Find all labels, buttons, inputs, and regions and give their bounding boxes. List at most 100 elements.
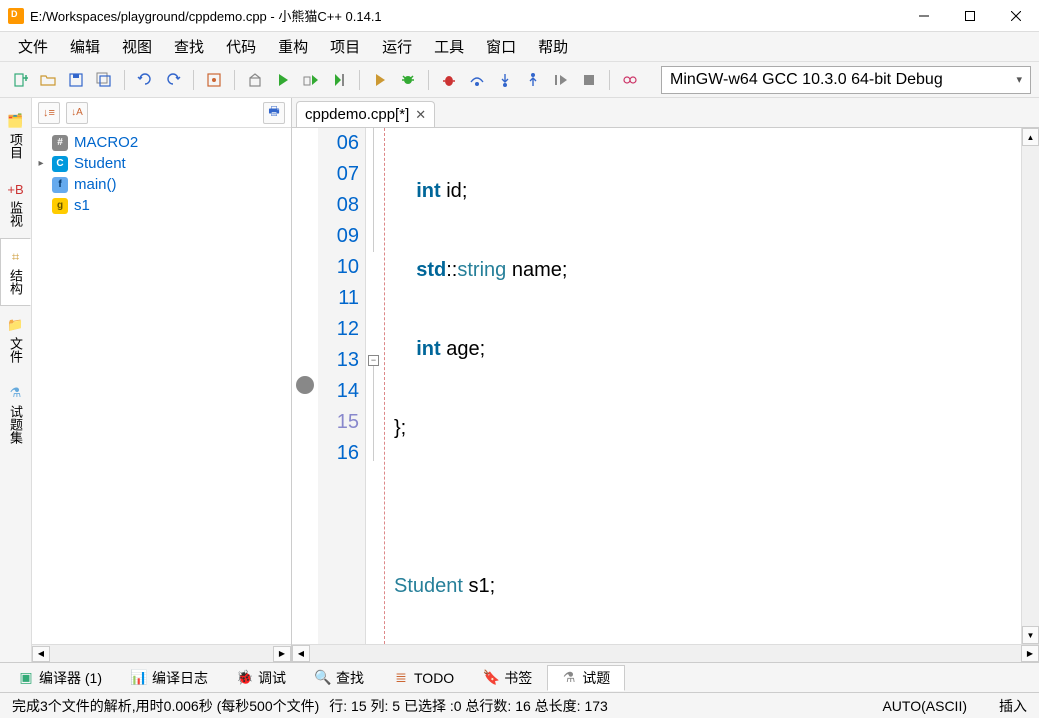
- sidebar-hscrollbar[interactable]: ◀ ▶: [32, 644, 291, 662]
- print-icon[interactable]: 🖶: [263, 102, 285, 124]
- maximize-button[interactable]: [947, 0, 993, 32]
- save-file-icon[interactable]: [64, 68, 88, 92]
- code-editor[interactable]: 06 07 08 09 10 11 12 13 14 15 16 − int i…: [292, 128, 1039, 644]
- scroll-left-icon[interactable]: ◀: [32, 646, 50, 662]
- bug-icon[interactable]: [437, 68, 461, 92]
- left-tab-project[interactable]: 🗂️项目: [0, 102, 31, 170]
- scroll-right-icon[interactable]: ▶: [1021, 645, 1039, 662]
- menu-refactor[interactable]: 重构: [268, 32, 318, 61]
- redo-icon[interactable]: [161, 68, 185, 92]
- sort-order-icon[interactable]: ↓≡: [38, 102, 60, 124]
- editor-tab-strip: cppdemo.cpp[*] ✕: [292, 98, 1039, 128]
- left-tab-files[interactable]: 📁文件: [0, 306, 31, 374]
- status-position: 行: 15 列: 5 已选择 :0 总行数: 16 总长度: 173: [325, 696, 612, 716]
- editor-area: cppdemo.cpp[*] ✕ 06 07 08 09 10 11 12 13…: [292, 98, 1039, 662]
- log-tab-icon: 📊: [132, 671, 146, 685]
- left-tab-problems[interactable]: ⚗试题集: [0, 374, 31, 455]
- compiler-tab-icon: ▣: [19, 671, 33, 685]
- todo-tab-icon: ≣: [394, 671, 408, 685]
- editor-hscrollbar[interactable]: ◀ ▶: [292, 644, 1039, 662]
- compiler-profile-label: MinGW-w64 GCC 10.3.0 64-bit Debug: [670, 71, 943, 89]
- toolbar: MinGW-w64 GCC 10.3.0 64-bit Debug: [0, 62, 1039, 98]
- menu-run[interactable]: 运行: [372, 32, 422, 61]
- status-encoding[interactable]: AUTO(ASCII): [878, 698, 971, 714]
- structure-icon: ⌗: [8, 249, 24, 265]
- class-badge-icon: C: [52, 156, 68, 172]
- files-icon: 📁: [8, 317, 24, 333]
- run-icon[interactable]: [271, 68, 295, 92]
- menu-help[interactable]: 帮助: [528, 32, 578, 61]
- menu-code[interactable]: 代码: [216, 32, 266, 61]
- menu-view[interactable]: 视图: [112, 32, 162, 61]
- expand-icon[interactable]: ▸: [36, 158, 46, 169]
- menu-tools[interactable]: 工具: [424, 32, 474, 61]
- watch-icon: +B: [8, 181, 24, 197]
- tree-item-s1[interactable]: gs1: [32, 195, 291, 216]
- step-into-icon[interactable]: [493, 68, 517, 92]
- menu-bar: 文件 编辑 视图 查找 代码 重构 项目 运行 工具 窗口 帮助: [0, 32, 1039, 62]
- menu-find[interactable]: 查找: [164, 32, 214, 61]
- func-badge-icon: f: [52, 177, 68, 193]
- step-over-icon[interactable]: [465, 68, 489, 92]
- continue-icon[interactable]: [549, 68, 573, 92]
- scroll-down-icon[interactable]: ▼: [1022, 626, 1039, 644]
- bottom-tab-debug[interactable]: 🐞调试: [223, 665, 301, 691]
- close-button[interactable]: [993, 0, 1039, 32]
- rebuild-icon[interactable]: [327, 68, 351, 92]
- bottom-tab-bookmark[interactable]: 🔖书签: [469, 665, 547, 691]
- bottom-tab-todo[interactable]: ≣TODO: [379, 665, 469, 691]
- menu-window[interactable]: 窗口: [476, 32, 526, 61]
- stop-icon[interactable]: [577, 68, 601, 92]
- find-tab-icon: 🔍: [316, 671, 330, 685]
- bottom-tab-compiler[interactable]: ▣编译器 (1): [4, 665, 117, 691]
- fold-toggle-icon[interactable]: −: [368, 355, 379, 366]
- macro-badge-icon: #: [52, 135, 68, 151]
- build-icon[interactable]: [243, 68, 267, 92]
- app-icon: [8, 8, 24, 24]
- menu-edit[interactable]: 编辑: [60, 32, 110, 61]
- fold-gutter[interactable]: −: [366, 128, 384, 644]
- debug-icon[interactable]: [396, 68, 420, 92]
- scroll-left-icon[interactable]: ◀: [292, 645, 310, 662]
- left-tab-watch[interactable]: +B监视: [0, 170, 31, 238]
- tree-item-macro[interactable]: #MACRO2: [32, 132, 291, 153]
- undo-icon[interactable]: [133, 68, 157, 92]
- scroll-up-icon[interactable]: ▲: [1022, 128, 1039, 146]
- status-insert-mode[interactable]: 插入: [995, 696, 1031, 716]
- new-file-icon[interactable]: [8, 68, 32, 92]
- line-number-gutter: 06 07 08 09 10 11 12 13 14 15 16: [318, 128, 366, 644]
- build-run-icon[interactable]: [299, 68, 323, 92]
- debug-tab-icon: 🐞: [238, 671, 252, 685]
- status-parse: 完成3个文件的解析,用时0.006秒 (每秒500个文件): [8, 696, 323, 716]
- menu-project[interactable]: 项目: [320, 32, 370, 61]
- bottom-tab-problem[interactable]: ⚗试题: [547, 665, 625, 691]
- code-content[interactable]: int id; std::string name; int age; }; St…: [390, 128, 1021, 644]
- step-out-icon[interactable]: [521, 68, 545, 92]
- minimize-button[interactable]: [901, 0, 947, 32]
- close-tab-icon[interactable]: ✕: [415, 107, 426, 123]
- sort-alpha-icon[interactable]: ↓A: [66, 102, 88, 124]
- menu-file[interactable]: 文件: [8, 32, 58, 61]
- compile-icon[interactable]: [202, 68, 226, 92]
- breakpoint-icon[interactable]: [296, 376, 314, 394]
- editor-tab-cppdemo[interactable]: cppdemo.cpp[*] ✕: [296, 101, 435, 127]
- glasses-icon[interactable]: [618, 68, 642, 92]
- project-icon: 🗂️: [8, 113, 24, 129]
- window-title: E:/Workspaces/playground/cppdemo.cpp - 小…: [30, 6, 901, 25]
- editor-vscrollbar[interactable]: ▲ ▼: [1021, 128, 1039, 644]
- open-file-icon[interactable]: [36, 68, 60, 92]
- bottom-tab-find[interactable]: 🔍查找: [301, 665, 379, 691]
- left-tab-structure[interactable]: ⌗结构: [0, 238, 31, 306]
- compiler-profile-select[interactable]: MinGW-w64 GCC 10.3.0 64-bit Debug: [661, 66, 1031, 94]
- structure-tree[interactable]: #MACRO2 ▸CStudent fmain() gs1: [32, 128, 291, 644]
- tree-item-student[interactable]: ▸CStudent: [32, 153, 291, 174]
- left-tab-strip: 🗂️项目 +B监视 ⌗结构 📁文件 ⚗试题集: [0, 98, 32, 662]
- bottom-tab-compile-log[interactable]: 📊编译日志: [117, 665, 223, 691]
- editor-tab-label: cppdemo.cpp[*]: [305, 106, 409, 123]
- debug-run-icon[interactable]: [368, 68, 392, 92]
- save-all-icon[interactable]: [92, 68, 116, 92]
- tree-item-main[interactable]: fmain(): [32, 174, 291, 195]
- structure-toolbar: ↓≡ ↓A 🖶: [32, 98, 291, 128]
- breakpoint-gutter[interactable]: [292, 128, 318, 644]
- scroll-right-icon[interactable]: ▶: [273, 646, 291, 662]
